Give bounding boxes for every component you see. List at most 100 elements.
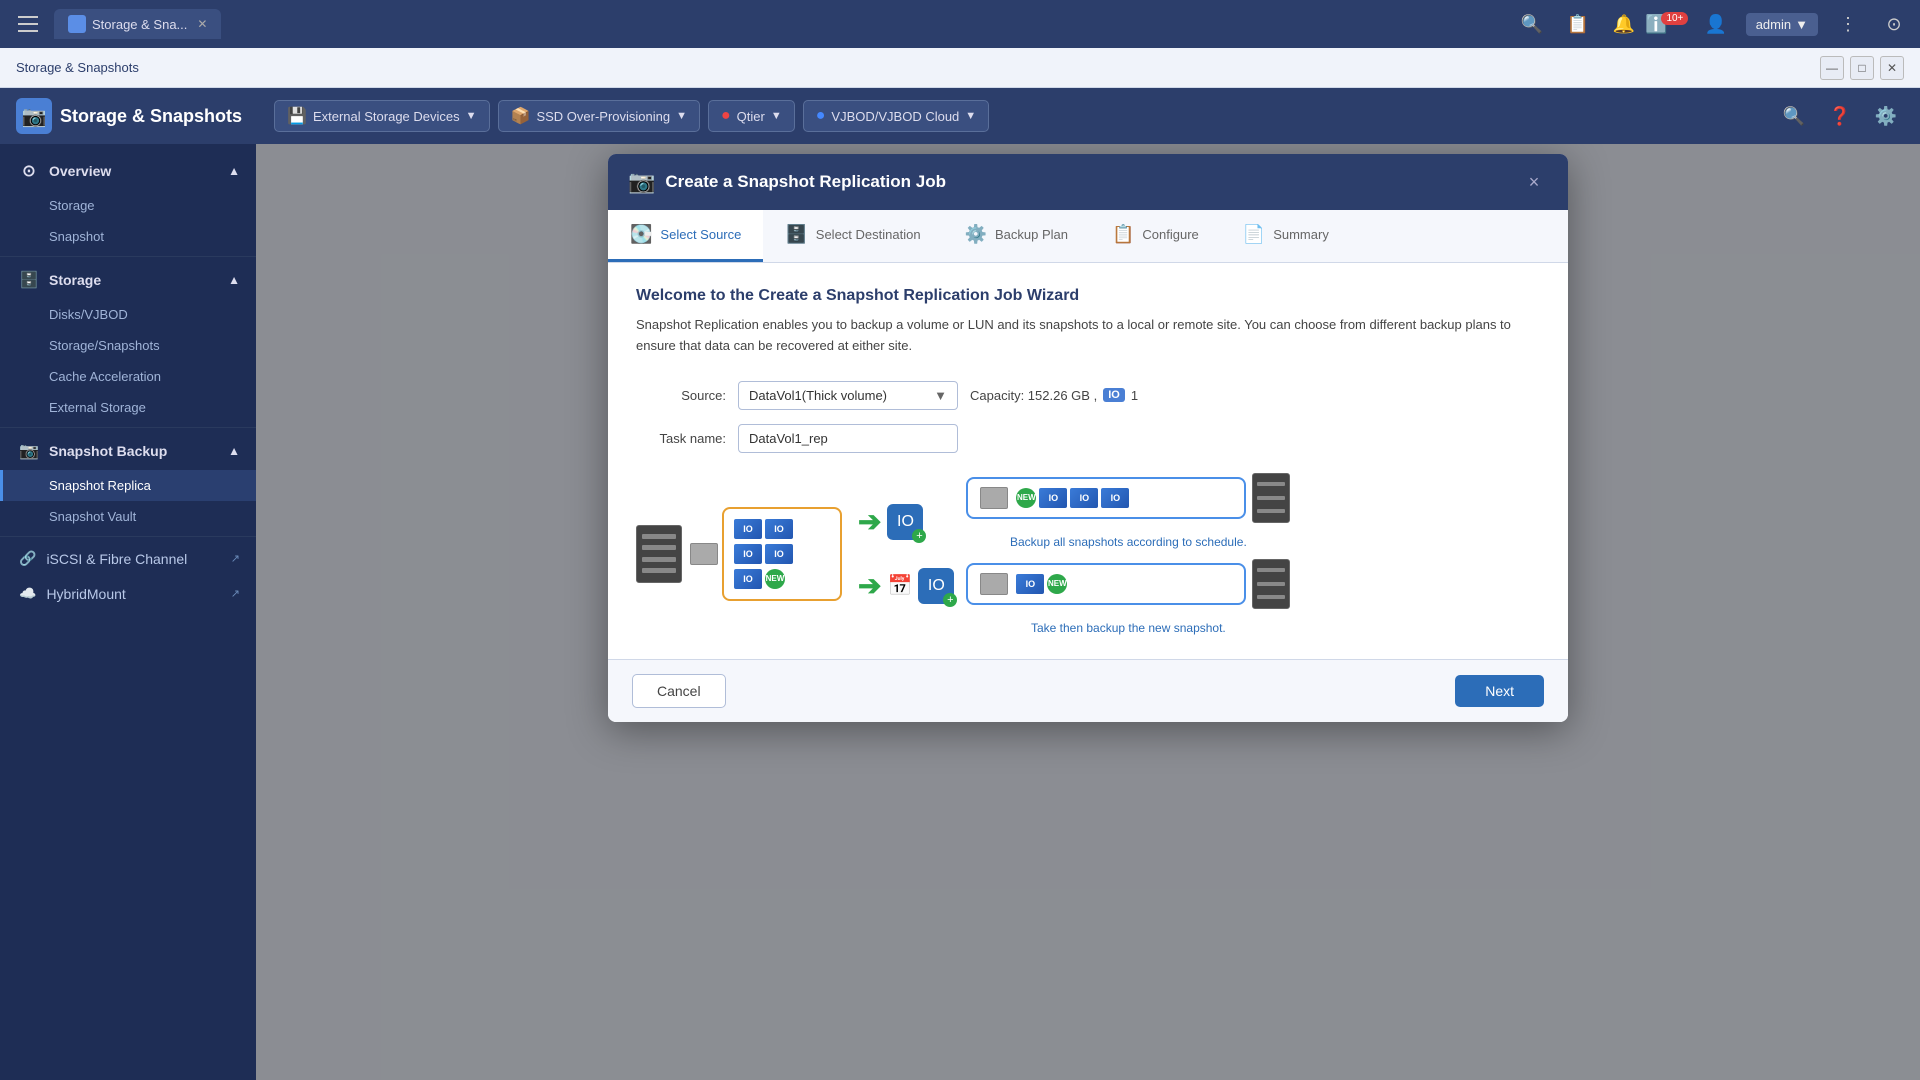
snapshot-backup-icon: 📷 — [19, 441, 39, 461]
hybridmount-icon: ☁️ — [19, 585, 36, 602]
ssd-caret: ▼ — [676, 110, 687, 122]
more-options-icon[interactable]: ⋮ — [1832, 8, 1864, 40]
user-circle-icon[interactable]: ⊙ — [1878, 8, 1910, 40]
wizard-step-configure[interactable]: 📋 Configure — [1090, 210, 1221, 262]
tab-close-btn[interactable]: ✕ — [197, 17, 207, 31]
iscsi-ext-link-icon: ↗ — [231, 552, 240, 565]
help-icon[interactable]: ❓ — [1822, 98, 1858, 134]
plus-circle-2: + — [943, 593, 957, 607]
qtier-btn[interactable]: ● Qtier ▼ — [708, 100, 795, 132]
qtier-caret: ▼ — [771, 110, 782, 122]
new-badge-source: NEW — [765, 569, 785, 589]
header-buttons: 💾 Welcome to the Create a Snapshot Repli… — [274, 100, 989, 132]
overview-arrow: ▲ — [228, 164, 240, 178]
maximize-button[interactable]: □ — [1850, 56, 1874, 80]
sidebar-item-cache[interactable]: Cache Acceleration — [0, 361, 256, 392]
configure-icon: 📋 — [1112, 224, 1134, 245]
capacity-num: 1 — [1131, 388, 1138, 403]
app-title-bar: Storage & Snapshots — □ ✕ — [0, 48, 1920, 88]
ssd-icon: 📦 — [511, 106, 531, 126]
backup-plan-icon: ⚙️ — [965, 224, 987, 245]
backup-plan-label: Backup Plan — [995, 227, 1068, 242]
admin-button[interactable]: admin ▼ — [1746, 13, 1818, 36]
capacity-icon: IO — [1103, 388, 1125, 402]
tab-icon — [68, 15, 86, 33]
hamburger-menu[interactable] — [10, 6, 46, 42]
app-logo-area: 📷 Storage & Snapshots — [16, 98, 242, 134]
search-header-icon[interactable]: 🔍 — [1776, 98, 1812, 134]
diag-right: NEW IO IO IO — [966, 473, 1290, 635]
dest-opt1-vol3: IO — [1101, 488, 1129, 508]
os-title-bar: Storage & Sna... ✕ 🔍 📋 🔔 ℹ️10+ 👤 admin ▼… — [0, 0, 1920, 48]
welcome-desc: Snapshot Replication enables you to back… — [636, 315, 1540, 357]
alerts-icon[interactable]: 🔔 — [1608, 8, 1640, 40]
source-small-server — [690, 543, 718, 565]
app-header: 📷 Storage & Snapshots 💾 Welcome to the C… — [0, 88, 1920, 144]
info-icon[interactable]: ℹ️10+ — [1654, 8, 1686, 40]
sidebar-divider-3 — [0, 536, 256, 537]
vol-icon-1: IO — [734, 519, 762, 539]
capacity-info: Capacity: 152.26 GB , IO 1 — [970, 388, 1138, 403]
storage-arrow: ▲ — [228, 273, 240, 287]
close-button[interactable]: ✕ — [1880, 56, 1904, 80]
dest-option-1-row: NEW IO IO IO — [966, 473, 1290, 523]
main-body: ⊙ Overview ▲ Storage Snapshot 🗄️ Storage… — [0, 144, 1920, 1080]
qtier-icon: ● — [721, 107, 731, 125]
select-dest-label: Select Destination — [816, 227, 921, 242]
cancel-button[interactable]: Cancel — [632, 674, 726, 708]
wizard-step-summary[interactable]: 📄 Summary — [1221, 210, 1351, 262]
capacity-text: Capacity: 152.26 GB , — [970, 388, 1097, 403]
app-tab[interactable]: Storage & Sna... ✕ — [54, 9, 221, 39]
sidebar-item-storage[interactable]: 🗄️ Storage ▲ — [0, 261, 256, 299]
select-dest-icon: 🗄️ — [785, 224, 807, 245]
wizard-step-select-source[interactable]: 💽 Select Source — [608, 210, 763, 262]
search-icon[interactable]: 🔍 — [1516, 8, 1548, 40]
sidebar-item-snapshot-replica[interactable]: Snapshot Replica — [0, 470, 256, 501]
user-icon[interactable]: 👤 — [1700, 8, 1732, 40]
task-input[interactable] — [738, 424, 958, 453]
sidebar-item-storage-snapshots[interactable]: Storage/Snapshots — [0, 330, 256, 361]
sidebar-item-iscsi[interactable]: 🔗 iSCSI & Fibre Channel ↗ — [0, 541, 256, 576]
sidebar-item-snapshot-sub[interactable]: Snapshot — [0, 221, 256, 252]
tasks-icon[interactable]: 📋 — [1562, 8, 1594, 40]
wizard-step-backup-plan[interactable]: ⚙️ Backup Plan — [943, 210, 1090, 262]
vjbod-btn[interactable]: ● VJBOD/VJBOD Cloud ▼ — [803, 100, 989, 132]
window-controls: — □ ✕ — [1820, 56, 1904, 80]
sidebar-item-overview[interactable]: ⊙ Overview ▲ — [0, 152, 256, 190]
dest-opt1-vol2: IO — [1070, 488, 1098, 508]
notif-badge: 10+ — [1661, 12, 1688, 25]
ssd-btn[interactable]: 📦 SSD Over-Provisioning ▼ — [498, 100, 700, 132]
dest-server-rack-1 — [1252, 473, 1290, 523]
source-select[interactable]: DataVol1(Thick volume) ▼ — [738, 381, 958, 410]
diag-left: IO IO IO IO IO NEW — [636, 507, 842, 601]
hybridmount-ext-link-icon: ↗ — [231, 587, 240, 600]
sidebar-item-storage-sub[interactable]: Storage — [0, 190, 256, 221]
ext-storage-btn[interactable]: 💾 Welcome to the Create a Snapshot Repli… — [274, 100, 490, 132]
vol-icon-4: IO — [765, 544, 793, 564]
overview-icon: ⊙ — [19, 161, 39, 181]
plus-circle-1: + — [912, 529, 926, 543]
source-select-arrow: ▼ — [934, 388, 947, 403]
dest-opt2-server-mini — [980, 573, 1008, 595]
header-right: 🔍 ❓ ⚙️ — [1776, 98, 1904, 134]
dest-server-rack-2 — [1252, 559, 1290, 609]
sidebar-item-snapshot-vault[interactable]: Snapshot Vault — [0, 501, 256, 532]
sidebar-item-ext-storage[interactable]: External Storage — [0, 392, 256, 423]
sidebar-item-disks[interactable]: Disks/VJBOD — [0, 299, 256, 330]
dest-option-2-row: IO NEW — [966, 559, 1290, 609]
modal-close-btn[interactable]: × — [1520, 168, 1548, 196]
vjbod-icon: ● — [816, 107, 826, 125]
sidebar-item-hybridmount[interactable]: ☁️ HybridMount ↗ — [0, 576, 256, 611]
next-button[interactable]: Next — [1455, 675, 1544, 707]
wizard-step-select-dest[interactable]: 🗄️ Select Destination — [763, 210, 942, 262]
sidebar-divider-2 — [0, 427, 256, 428]
ext-storage-caret: ▼ — [466, 110, 477, 122]
modal-dialog: 📷 Create a Snapshot Replication Job × 💽 … — [608, 154, 1568, 722]
sidebar-divider-1 — [0, 256, 256, 257]
vol-icon-2: IO — [765, 519, 793, 539]
minimize-button[interactable]: — — [1820, 56, 1844, 80]
dest-opt1-server-mini — [980, 487, 1008, 509]
sidebar-item-snapshot-backup[interactable]: 📷 Snapshot Backup ▲ — [0, 432, 256, 470]
settings-icon[interactable]: ⚙️ — [1868, 98, 1904, 134]
snapshot-backup-arrow: ▲ — [228, 444, 240, 458]
